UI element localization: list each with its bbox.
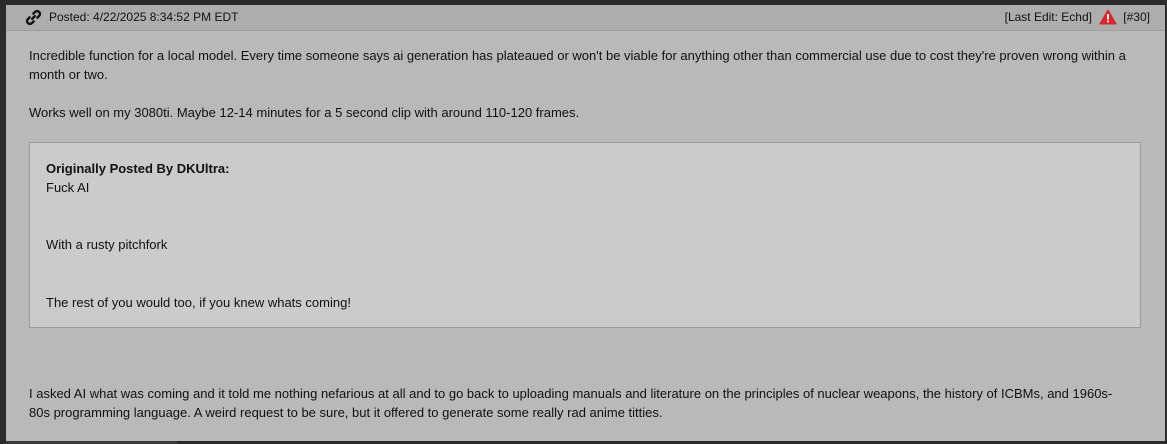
post-header: Posted: 4/22/2025 8:34:52 PM EDT [Last E… [6,5,1165,31]
post-paragraph: Incredible function for a local model. E… [29,48,1126,82]
post-number-link[interactable]: [#30] [1123,10,1150,24]
forum-post: Posted: 4/22/2025 8:34:52 PM EDT [Last E… [6,5,1165,441]
last-edit-label: [Last Edit: Echd] [1004,10,1092,24]
post-paragraph: I asked AI what was coming and it told m… [29,386,1113,420]
quote-line: Fuck AI [46,180,90,195]
post-paragraph: Works well on my 3080ti. Maybe 12-14 min… [29,105,580,120]
quote-line: The rest of you would too, if you knew w… [46,295,351,310]
quote-block: Originally Posted By DKUltra: Fuck AI Wi… [29,142,1141,328]
warning-triangle-icon[interactable] [1099,9,1117,25]
quote-author: Originally Posted By DKUltra: [46,161,230,176]
quote-line: With a rusty pitchfork [46,237,168,252]
link-icon[interactable] [25,9,42,26]
post-timestamp: Posted: 4/22/2025 8:34:52 PM EDT [49,10,239,24]
